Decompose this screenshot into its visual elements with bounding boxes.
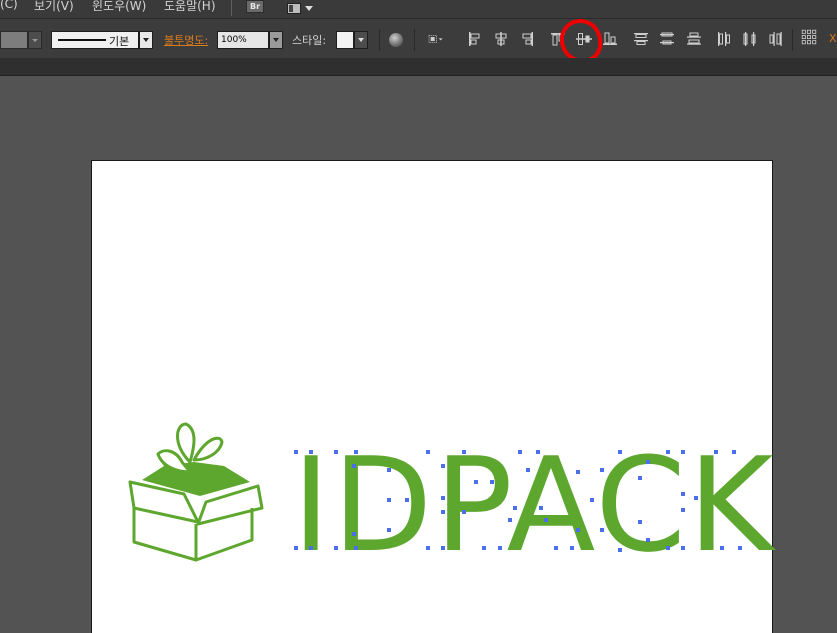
stroke-line-preview	[58, 39, 106, 41]
distribute-bottom-button[interactable]	[686, 31, 702, 47]
align-horizontal-center-icon	[495, 32, 507, 46]
distribute-horizontal-center-button[interactable]	[742, 31, 758, 47]
align-left-icon	[469, 32, 480, 46]
menu-item-help[interactable]: 도움말(H)	[164, 0, 216, 14]
illustrator-window: (C) 보기(V) 윈도우(W) 도움말(H) Br 기본 불투명도: 100%…	[0, 0, 837, 633]
stroke-style-dropdown-button[interactable]	[139, 31, 153, 49]
distribute-top-button[interactable]	[633, 31, 649, 47]
align-bottom-button[interactable]	[602, 31, 618, 47]
toolbar-divider	[792, 29, 793, 51]
distribute-vertical-center-button[interactable]	[659, 31, 675, 47]
distribute-left-button[interactable]	[716, 31, 732, 47]
toolbar-divider	[414, 29, 415, 51]
fill-dropdown-button[interactable]	[28, 31, 42, 49]
document-tab-strip	[0, 58, 837, 76]
menu-item-edit[interactable]: (C)	[0, 0, 18, 11]
recolor-artwork-icon[interactable]	[389, 33, 403, 47]
stroke-style-field[interactable]: 기본	[51, 31, 139, 49]
menu-item-view[interactable]: 보기(V)	[34, 0, 74, 14]
transform-grid-button[interactable]	[801, 29, 821, 49]
opacity-label[interactable]: 불투명도:	[164, 32, 208, 48]
x-coordinate-label[interactable]: X	[829, 32, 837, 45]
distribute-horizontal-center-icon	[743, 32, 756, 46]
menu-item-window[interactable]: 윈도우(W)	[92, 0, 146, 14]
workspace-switcher-button[interactable]	[287, 0, 315, 14]
logo-wordmark[interactable]: IDPACK	[292, 440, 775, 570]
menu-divider	[231, 0, 232, 16]
align-bottom-icon	[603, 32, 617, 45]
align-right-icon	[522, 32, 533, 46]
toolbar-divider	[379, 29, 380, 51]
distribute-right-icon	[769, 32, 782, 46]
stroke-style-label: 기본	[109, 35, 130, 48]
transform-grid-icon	[801, 29, 817, 45]
align-horizontal-center-button[interactable]	[493, 31, 509, 47]
fill-color-swatch[interactable]	[0, 31, 28, 49]
style-label: 스타일:	[292, 34, 327, 47]
box-sprout-logo-icon[interactable]	[128, 422, 266, 566]
bridge-button[interactable]: Br	[246, 0, 264, 13]
menu-bar: (C) 보기(V) 윈도우(W) 도움말(H) Br	[0, 0, 837, 18]
distribute-left-icon	[718, 32, 730, 46]
chevron-down-icon	[32, 39, 38, 42]
control-bar: 기본 불투명도: 100% 스타일: X	[0, 18, 837, 58]
distribute-vertical-center-icon	[660, 32, 674, 45]
align-to-selection-icon	[428, 35, 443, 43]
distribute-top-icon	[634, 33, 648, 45]
graphic-style-dropdown-button[interactable]	[354, 31, 368, 49]
graphic-style-swatch[interactable]	[336, 31, 354, 49]
opacity-dropdown-button[interactable]	[269, 31, 283, 49]
align-to-selection-button[interactable]	[428, 31, 452, 47]
workspace-layout-icon	[287, 3, 313, 14]
distribute-right-button[interactable]	[768, 31, 784, 47]
align-right-button[interactable]	[519, 31, 535, 47]
distribute-bottom-icon	[687, 32, 701, 45]
align-left-button[interactable]	[467, 31, 483, 47]
opacity-input[interactable]: 100%	[217, 31, 269, 49]
